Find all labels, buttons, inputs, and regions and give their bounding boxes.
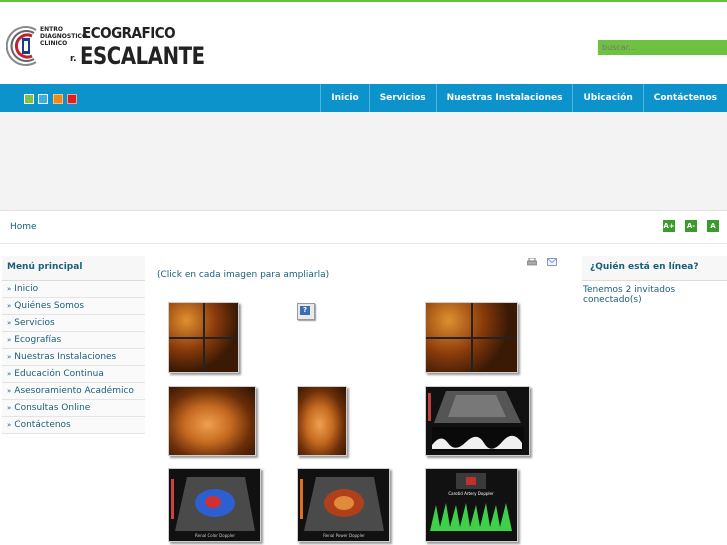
nav-ubicacion[interactable]: Ubicación [572,84,642,112]
swatch-blue[interactable] [38,94,48,104]
nav-instalaciones[interactable]: Nuestras Instalaciones [435,84,573,112]
online-box-title: ¿Quién está en línea? [582,256,727,281]
gallery-image-3d-collage[interactable] [425,302,518,373]
menu-item-contactenos[interactable]: » Contáctenos [2,417,145,434]
arrow-icon: » [7,336,12,344]
search-input[interactable] [598,40,727,55]
swatch-green[interactable] [24,94,34,104]
gallery-instruction: (Click en cada imagen para ampliarla) [157,270,330,280]
header: ENTRO DIAGNOSTICO CLINICO ECOGRAFICO r. … [0,2,727,76]
main-nav-bar: Inicio Servicios Nuestras Instalaciones … [0,84,727,112]
who-is-online-box: ¿Quién está en línea? Tenemos 2 invitado… [582,256,727,309]
font-increase-button[interactable]: A+ [663,220,675,232]
nav-contactenos[interactable]: Contáctenos [642,84,727,112]
arrow-icon: » [7,302,12,310]
menu-item-servicios[interactable]: » Servicios [2,315,145,332]
arrow-icon: » [7,353,12,361]
nav-inicio[interactable]: Inicio [320,84,368,112]
logo-emblem-icon [6,26,37,66]
menu-item-ecografias[interactable]: » Ecografías [2,332,145,349]
renal-power-doppler-graphic: Renal Power Doppler [300,477,384,538]
gallery-image-3d-quad[interactable] [168,302,239,373]
menu-item-inicio[interactable]: » Inicio [2,281,145,298]
banner-area [0,112,727,211]
site-logo[interactable]: ENTRO DIAGNOSTICO CLINICO ECOGRAFICO r. … [4,22,205,72]
email-icon[interactable] [547,258,557,266]
swatch-red[interactable] [67,94,77,104]
arrow-icon: » [7,285,12,293]
arrow-icon: » [7,387,12,395]
gallery-image-3d-profile[interactable] [297,386,347,456]
font-reset-button[interactable]: A [707,220,719,232]
gallery-image-carotid-doppler[interactable]: Carotid Artery Doppler [425,468,518,542]
menu-item-instalaciones[interactable]: » Nuestras Instalaciones [2,349,145,366]
arrow-icon: » [7,370,12,378]
arrow-icon: » [7,404,12,412]
renal-power-doppler-caption: Renal Power Doppler [323,533,365,538]
menu-item-asesoramiento[interactable]: » Asesoramiento Académico [2,383,145,400]
menu-item-educacion[interactable]: » Educación Continua [2,366,145,383]
menu-item-consultas[interactable]: » Consultas Online [2,400,145,417]
left-menu-title: Menú principal [2,256,145,281]
renal-color-doppler-graphic: Renal Color Doppler [171,477,255,538]
swatch-orange[interactable] [53,94,63,104]
carotid-doppler-caption: Carotid Artery Doppler [448,491,494,496]
online-box-text: Tenemos 2 invitados conectado(s) [583,285,676,305]
breadcrumb-bar: Home A+ A- A [0,211,727,244]
carotid-doppler-graphic: Carotid Artery Doppler [430,473,512,531]
arrow-icon: » [7,421,12,429]
logo-title-line1: ECOGRAFICO [82,24,176,42]
gallery-image-ultrasound-spectrum[interactable] [425,386,530,456]
left-menu: Menú principal » Inicio » Quiénes Somos » S… [2,256,145,434]
gallery-image-renal-color-doppler[interactable]: Renal Color Doppler [168,468,261,542]
gallery-image-3d-face[interactable] [168,386,256,456]
nav-servicios[interactable]: Servicios [368,84,436,112]
breadcrumb-home[interactable]: Home [10,222,37,232]
logo-prefix: r. [70,54,77,64]
main-menu: Inicio Servicios Nuestras Instalaciones … [320,84,727,112]
font-decrease-button[interactable]: A- [685,220,697,232]
print-icon[interactable] [527,258,537,266]
ultrasound-spectrum-graphic [428,391,524,451]
arrow-icon: » [7,319,12,327]
gallery-image-renal-power-doppler[interactable]: Renal Power Doppler [297,468,390,542]
menu-item-quienes-somos[interactable]: » Quiénes Somos [2,298,145,315]
logo-title-line2: ESCALANTE [80,42,205,70]
broken-image-help-icon[interactable]: ? [297,303,315,320]
renal-color-doppler-caption: Renal Color Doppler [195,533,235,538]
